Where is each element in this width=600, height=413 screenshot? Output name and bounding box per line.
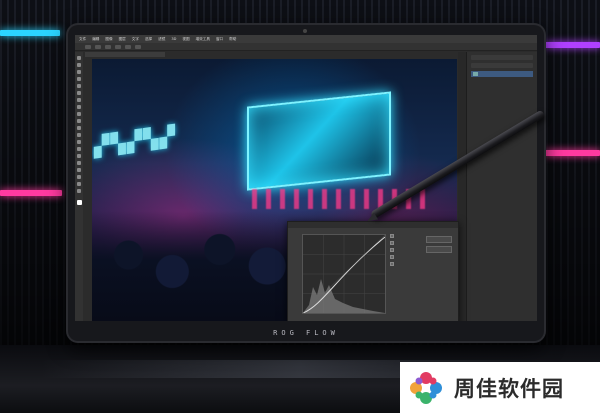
option-button[interactable] <box>125 44 131 49</box>
menu-item[interactable]: 3D <box>171 37 176 41</box>
option-checkbox[interactable] <box>390 241 394 245</box>
option-checkbox[interactable] <box>390 234 394 238</box>
healing-brush-tool-icon[interactable] <box>77 98 81 102</box>
curve-histogram-icon <box>302 234 386 314</box>
menu-item[interactable]: 选择 <box>145 37 152 42</box>
hand-tool-icon[interactable] <box>77 182 81 186</box>
move-tool-icon[interactable] <box>77 56 81 60</box>
menu-item[interactable]: 视图 <box>182 37 189 42</box>
panel-search-row[interactable] <box>471 63 533 68</box>
laptop-device: 文件 编辑 图像 图层 文字 选择 滤镜 3D 视图 增效工具 窗口 帮助 ▞▚… <box>68 25 544 341</box>
menu-item[interactable]: 滤镜 <box>158 37 165 42</box>
option-row[interactable] <box>390 255 452 259</box>
option-row[interactable] <box>390 262 452 266</box>
curves-dialog <box>287 221 459 321</box>
neon-sign-graphic: ▞▚▞▚▞ <box>94 123 176 159</box>
site-watermark: 周佳软件园 <box>400 362 600 413</box>
marquee-tool-icon[interactable] <box>77 63 81 67</box>
menu-item[interactable]: 窗口 <box>216 37 223 42</box>
dodge-tool-icon[interactable] <box>77 147 81 151</box>
curve-graph[interactable] <box>302 234 386 314</box>
cancel-button[interactable] <box>426 246 452 253</box>
pinwheel-logo-icon <box>410 371 442 404</box>
pen-tool-icon[interactable] <box>77 154 81 158</box>
type-tool-icon[interactable] <box>77 161 81 165</box>
path-selection-tool-icon[interactable] <box>77 168 81 172</box>
clone-stamp-tool-icon[interactable] <box>77 112 81 116</box>
options-bar <box>75 43 537 51</box>
device-screen: 文件 编辑 图像 图层 文字 选择 滤镜 3D 视图 增效工具 窗口 帮助 ▞▚… <box>75 35 537 321</box>
camera-dot <box>303 29 307 33</box>
foreground-color-icon[interactable] <box>76 200 82 205</box>
document-tab[interactable] <box>85 52 165 57</box>
neon-billboard <box>247 91 391 191</box>
panel-tab-row[interactable] <box>471 55 533 60</box>
eraser-tool-icon[interactable] <box>77 126 81 130</box>
option-checkbox[interactable] <box>390 262 394 266</box>
neon-strip-right-purple <box>545 42 600 48</box>
tools-panel <box>75 52 83 321</box>
gradient-tool-icon[interactable] <box>77 133 81 137</box>
layer-thumbnail <box>473 72 478 76</box>
brush-tool-icon[interactable] <box>77 105 81 109</box>
magic-wand-tool-icon[interactable] <box>77 77 81 81</box>
option-checkbox[interactable] <box>390 248 394 252</box>
layer-row[interactable] <box>471 71 533 77</box>
neon-strip-left <box>0 30 60 36</box>
shape-tool-icon[interactable] <box>77 175 81 179</box>
lasso-tool-icon[interactable] <box>77 70 81 74</box>
menu-item[interactable]: 图层 <box>119 37 126 42</box>
history-brush-tool-icon[interactable] <box>77 119 81 123</box>
option-checkbox[interactable] <box>390 255 394 259</box>
option-button[interactable] <box>135 44 141 49</box>
photoshop-menubar: 文件 编辑 图像 图层 文字 选择 滤镜 3D 视图 增效工具 窗口 帮助 <box>75 35 537 43</box>
option-button[interactable] <box>85 44 91 49</box>
menu-item[interactable]: 帮助 <box>229 37 236 42</box>
watermark-text: 周佳软件园 <box>454 376 564 401</box>
menu-item[interactable]: 文字 <box>132 37 139 42</box>
layers-panel <box>466 52 537 321</box>
zoom-tool-icon[interactable] <box>77 189 81 193</box>
option-button[interactable] <box>95 44 101 49</box>
ok-button[interactable] <box>426 236 452 243</box>
crop-tool-icon[interactable] <box>77 84 81 88</box>
menu-item[interactable]: 增效工具 <box>196 37 210 42</box>
blur-tool-icon[interactable] <box>77 140 81 144</box>
option-button[interactable] <box>115 44 121 49</box>
dialog-title <box>288 222 458 228</box>
eyedropper-tool-icon[interactable] <box>77 91 81 95</box>
menu-item[interactable]: 文件 <box>79 37 86 42</box>
neon-strip-left-pink <box>0 190 62 196</box>
menu-item[interactable]: 图像 <box>105 37 112 42</box>
menu-item[interactable]: 编辑 <box>92 37 99 42</box>
neon-strip-right-pink <box>545 150 600 156</box>
option-button[interactable] <box>105 44 111 49</box>
device-brand-logo: ROG FLOW <box>273 329 339 337</box>
